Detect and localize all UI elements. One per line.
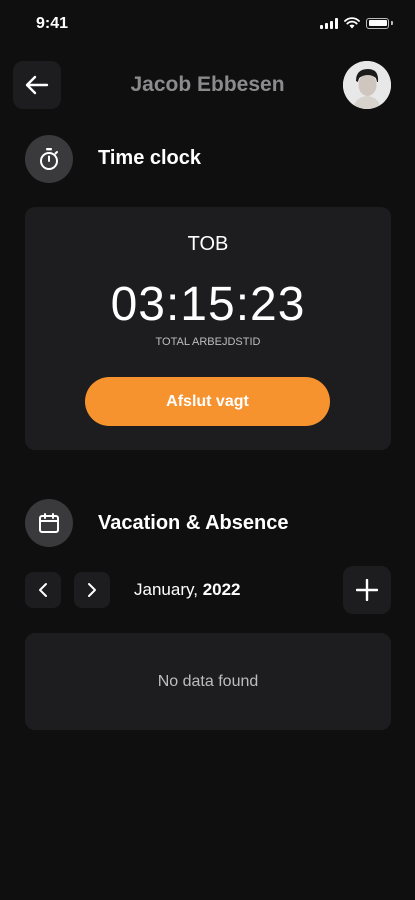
current-month-label: January, 2022 [134,580,241,600]
status-icons [320,17,393,29]
user-photo-icon [343,61,391,109]
empty-message: No data found [157,672,259,690]
cellular-signal-icon [320,17,338,29]
vacation-heading: Vacation & Absence [98,512,289,534]
year-value: 2022 [202,580,241,599]
shift-type-label: TOB [187,233,229,255]
plus-icon [356,579,378,601]
elapsed-time: 03:15:23 [110,278,306,331]
month-name: January, [134,580,198,599]
chevron-left-icon [39,583,47,597]
status-bar: 9:41 [0,0,415,50]
absence-list-empty: No data found [25,633,391,730]
wifi-icon [344,17,360,29]
chevron-right-icon [88,583,96,597]
time-clock-heading: Time clock [98,147,202,169]
stopwatch-icon [25,135,73,183]
battery-icon [366,17,389,29]
end-shift-button[interactable]: Afslut vagt [85,377,330,426]
next-month-button[interactable] [74,572,110,608]
time-clock-card: TOB 03:15:23 TOTAL ARBEJDSTID Afslut vag… [25,207,391,450]
avatar[interactable] [343,61,391,109]
add-absence-button[interactable] [343,566,391,614]
elapsed-caption: TOTAL ARBEJDSTID [155,336,261,348]
calendar-icon [25,499,73,547]
previous-month-button[interactable] [25,572,61,608]
status-time: 9:41 [36,15,69,32]
